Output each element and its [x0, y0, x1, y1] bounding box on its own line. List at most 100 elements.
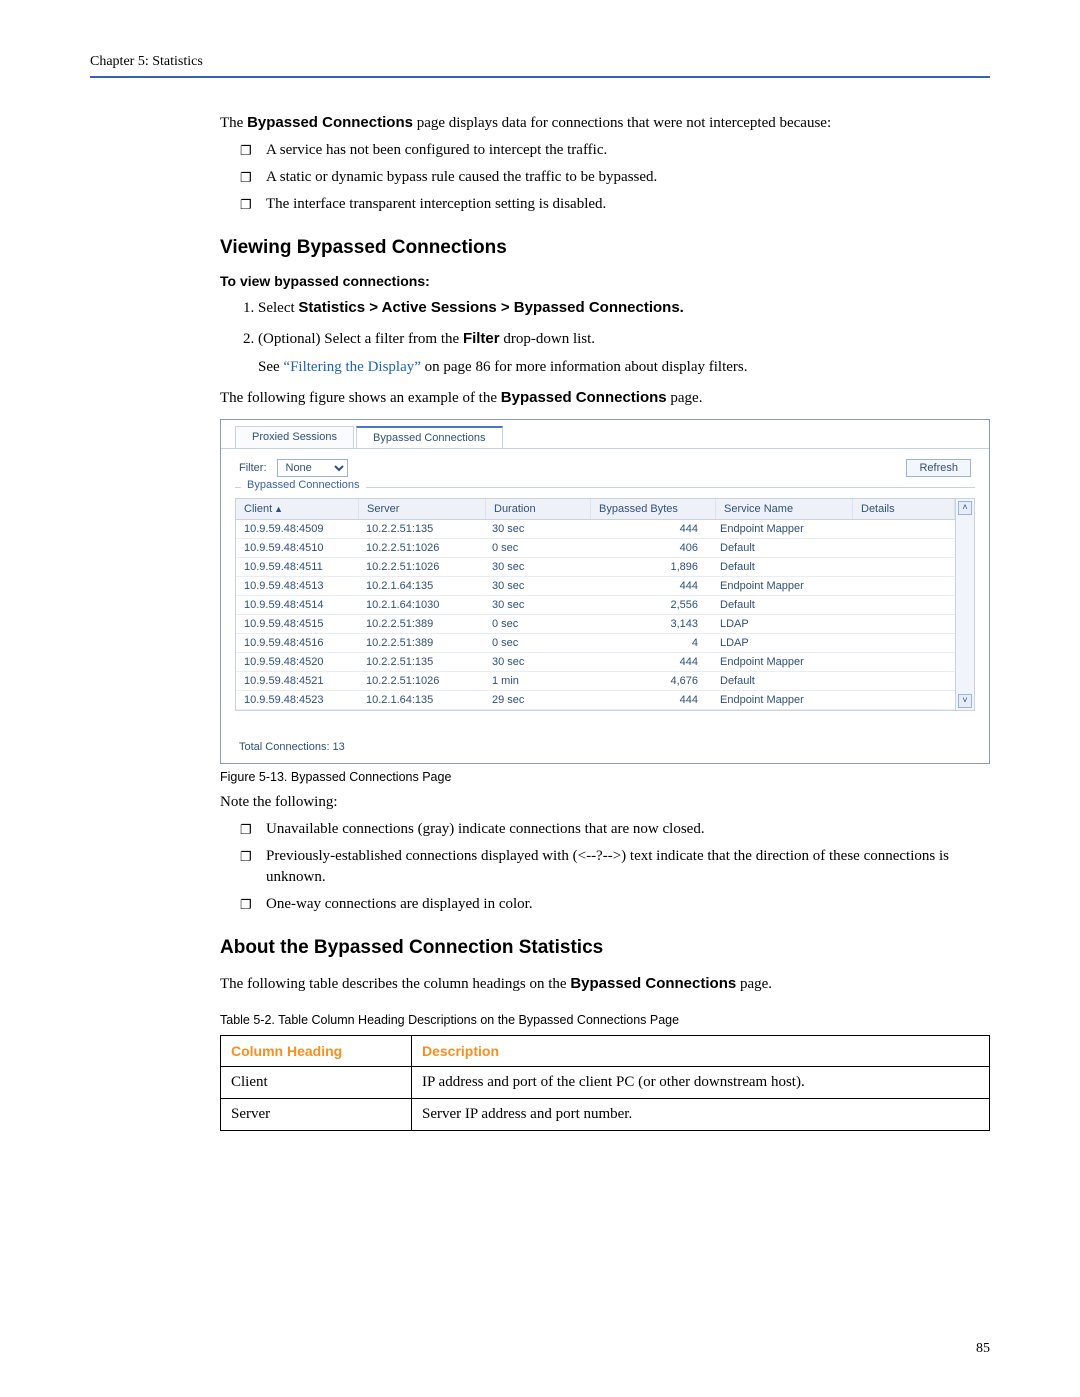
- intro-para: The Bypassed Connections page displays d…: [220, 112, 990, 134]
- col-header-duration[interactable]: Duration: [486, 499, 591, 519]
- steps-list: Select Statistics > Active Sessions > By…: [220, 297, 990, 379]
- table-cell: 29 sec: [484, 691, 588, 709]
- text: The: [220, 115, 247, 131]
- table-cell: 10.9.59.48:4515: [236, 615, 358, 633]
- table-row: Client IP address and port of the client…: [221, 1066, 990, 1098]
- section-heading: About the Bypassed Connection Statistics: [220, 937, 990, 959]
- section-heading: Viewing Bypassed Connections: [220, 237, 990, 259]
- refresh-button[interactable]: Refresh: [906, 459, 971, 477]
- table-cell: 10.9.59.48:4514: [236, 596, 358, 614]
- text-bold: Statistics > Active Sessions > Bypassed …: [298, 299, 683, 316]
- scrollbar[interactable]: ˄ ˅: [956, 498, 975, 711]
- page-number: 85: [976, 1341, 990, 1357]
- tab-proxied-sessions[interactable]: Proxied Sessions: [235, 426, 354, 448]
- scroll-up-icon[interactable]: ˄: [958, 501, 972, 515]
- text-bold: Bypassed Connections: [501, 389, 667, 406]
- table-cell: [848, 558, 955, 576]
- col-header-service[interactable]: Service Name: [716, 499, 853, 519]
- table-row[interactable]: 10.9.59.48:451110.2.2.51:102630 sec1,896…: [236, 558, 955, 577]
- table-row[interactable]: 10.9.59.48:451510.2.2.51:3890 sec3,143LD…: [236, 615, 955, 634]
- table-cell: 444: [588, 520, 712, 538]
- sort-asc-icon: ▲: [274, 504, 283, 514]
- table-cell: LDAP: [712, 634, 848, 652]
- filter-select[interactable]: None: [277, 459, 348, 477]
- notes-bullets: Unavailable connections (gray) indicate …: [240, 819, 990, 915]
- table-row[interactable]: 10.9.59.48:450910.2.2.51:13530 sec444End…: [236, 520, 955, 539]
- col-header-client[interactable]: Client▲: [236, 499, 359, 519]
- table-cell: Server: [221, 1098, 412, 1130]
- intro-bullets: A service has not been configured to int…: [240, 140, 990, 215]
- table-cell: [848, 672, 955, 690]
- text: See: [258, 359, 283, 375]
- table-row[interactable]: 10.9.59.48:451310.2.1.64:13530 sec444End…: [236, 577, 955, 596]
- table-cell: 10.9.59.48:4523: [236, 691, 358, 709]
- col-header-bytes[interactable]: Bypassed Bytes: [591, 499, 716, 519]
- list-item: Select Statistics > Active Sessions > By…: [258, 297, 990, 320]
- table-header: Column Heading: [221, 1035, 412, 1066]
- table-cell: IP address and port of the client PC (or…: [412, 1066, 990, 1098]
- list-item: (Optional) Select a filter from the Filt…: [258, 328, 990, 379]
- table-cell: 30 sec: [484, 558, 588, 576]
- table-cell: Default: [712, 672, 848, 690]
- table-cell: 10.2.2.51:135: [358, 520, 484, 538]
- text: Select: [258, 300, 298, 316]
- table-cell: Default: [712, 596, 848, 614]
- text: The following figure shows an example of…: [220, 390, 501, 406]
- table-cell: 3,143: [588, 615, 712, 633]
- tab-bypassed-connections[interactable]: Bypassed Connections: [356, 426, 503, 448]
- table-cell: Default: [712, 539, 848, 557]
- table-row[interactable]: 10.9.59.48:451410.2.1.64:103030 sec2,556…: [236, 596, 955, 615]
- table-cell: [848, 634, 955, 652]
- paragraph: Note the following:: [220, 792, 990, 813]
- scroll-down-icon[interactable]: ˅: [958, 694, 972, 708]
- table-cell: Endpoint Mapper: [712, 520, 848, 538]
- table-cell: 444: [588, 653, 712, 671]
- paragraph: The following table describes the column…: [220, 973, 990, 995]
- table-cell: 10.9.59.48:4513: [236, 577, 358, 595]
- text: page displays data for connections that …: [413, 115, 831, 131]
- text-bold: Bypassed Connections: [247, 114, 413, 131]
- table-cell: 406: [588, 539, 712, 557]
- table-cell: 0 sec: [484, 615, 588, 633]
- table-cell: 30 sec: [484, 520, 588, 538]
- table-cell: 10.9.59.48:4509: [236, 520, 358, 538]
- table-cell: 30 sec: [484, 653, 588, 671]
- table-cell: 2,556: [588, 596, 712, 614]
- table-cell: 4,676: [588, 672, 712, 690]
- table-cell: 10.2.2.51:1026: [358, 558, 484, 576]
- totals-label: Total Connections: 13: [221, 721, 989, 763]
- col-header-details[interactable]: Details: [853, 499, 955, 519]
- list-item: Unavailable connections (gray) indicate …: [240, 819, 990, 840]
- table-cell: 0 sec: [484, 634, 588, 652]
- text-bold: Bypassed Connections: [570, 975, 736, 992]
- table-cell: [848, 539, 955, 557]
- table-row[interactable]: 10.9.59.48:452110.2.2.51:10261 min4,676D…: [236, 672, 955, 691]
- paragraph: The following figure shows an example of…: [220, 387, 990, 409]
- table-cell: 444: [588, 577, 712, 595]
- table-cell: LDAP: [712, 615, 848, 633]
- cross-reference-link[interactable]: “Filtering the Display”: [283, 359, 420, 375]
- table-cell: Client: [221, 1066, 412, 1098]
- figure-caption: Figure 5-13. Bypassed Connections Page: [220, 770, 990, 784]
- table-cell: [848, 520, 955, 538]
- table-cell: [848, 596, 955, 614]
- table-header: Description: [412, 1035, 990, 1066]
- table-row[interactable]: 10.9.59.48:452310.2.1.64:13529 sec444End…: [236, 691, 955, 710]
- text: on page 86 for more information about di…: [421, 359, 748, 375]
- table-row[interactable]: 10.9.59.48:451010.2.2.51:10260 sec406Def…: [236, 539, 955, 558]
- table-row[interactable]: 10.9.59.48:452010.2.2.51:13530 sec444End…: [236, 653, 955, 672]
- table-cell: 10.2.1.64:135: [358, 691, 484, 709]
- table-cell: Endpoint Mapper: [712, 653, 848, 671]
- description-table: Column Heading Description Client IP add…: [220, 1035, 990, 1131]
- table-cell: [848, 577, 955, 595]
- table-row[interactable]: 10.9.59.48:451610.2.2.51:3890 sec4LDAP: [236, 634, 955, 653]
- table-cell: 1 min: [484, 672, 588, 690]
- table-cell: Server IP address and port number.: [412, 1098, 990, 1130]
- table-cell: 30 sec: [484, 596, 588, 614]
- tab-bar: Proxied Sessions Bypassed Connections: [221, 420, 989, 449]
- table-cell: Endpoint Mapper: [712, 691, 848, 709]
- table-cell: [848, 615, 955, 633]
- col-header-server[interactable]: Server: [359, 499, 486, 519]
- table-cell: 10.9.59.48:4520: [236, 653, 358, 671]
- table-cell: 30 sec: [484, 577, 588, 595]
